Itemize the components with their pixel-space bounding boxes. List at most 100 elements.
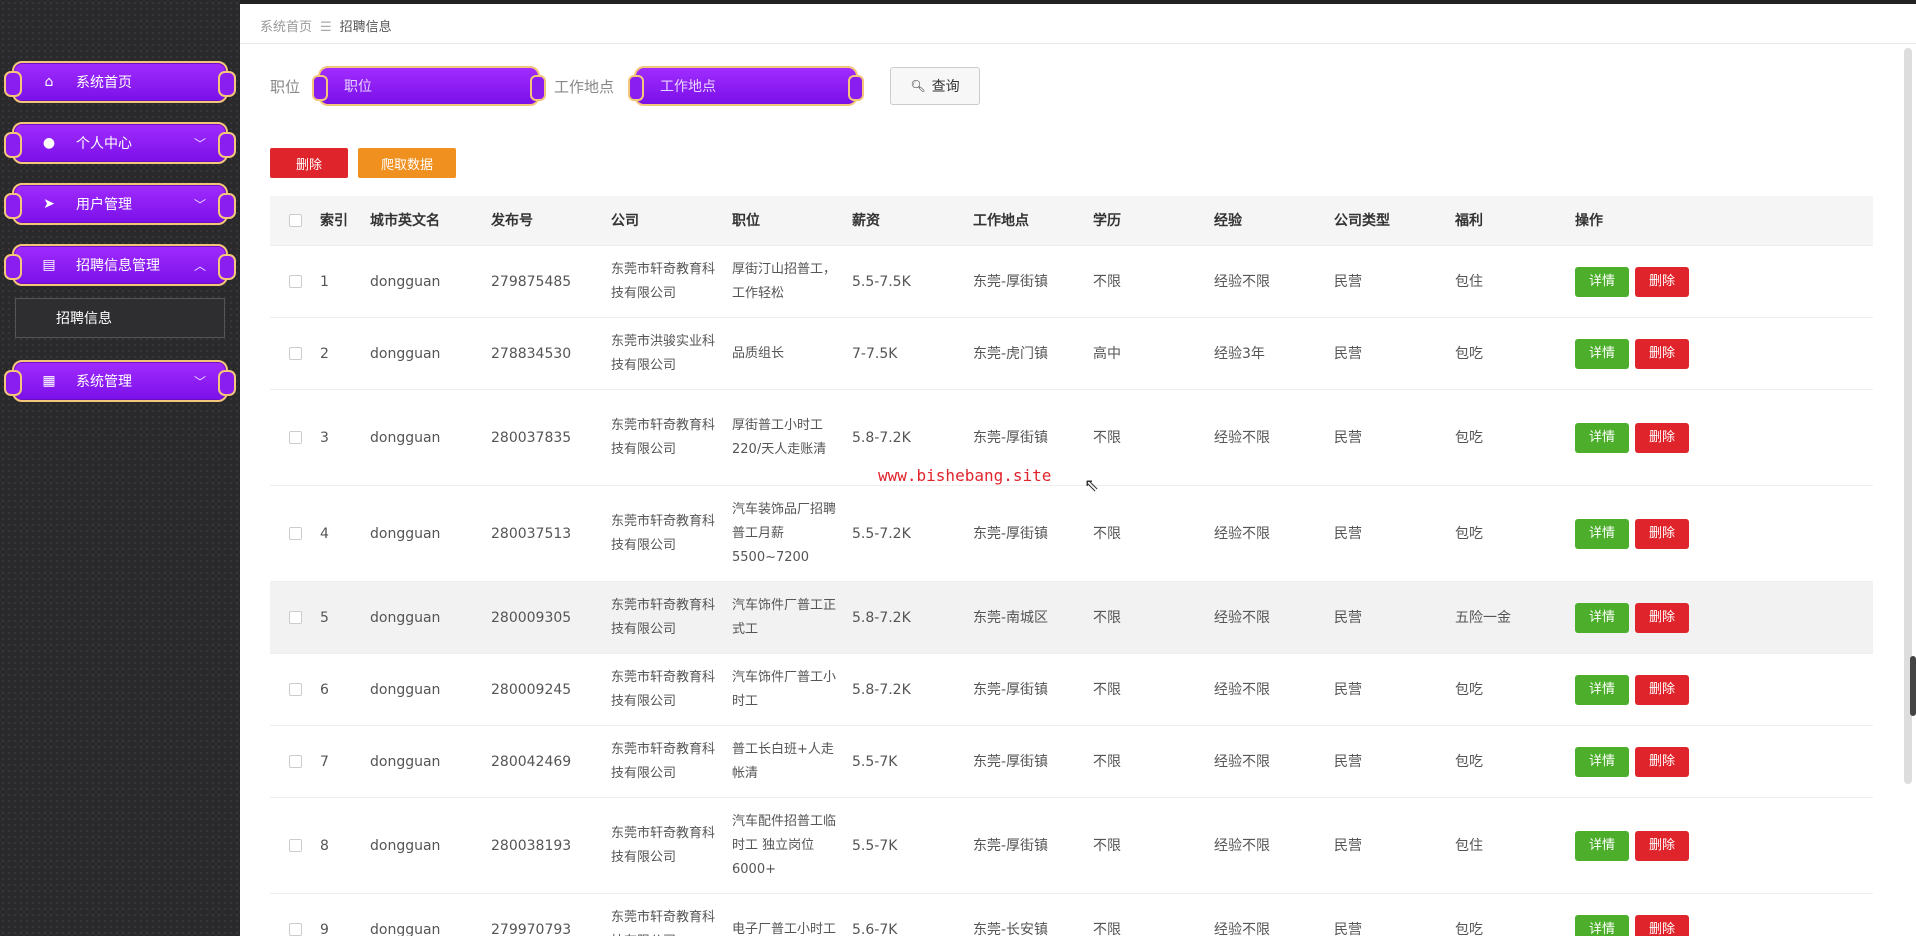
- cell-experience: 经验不限: [1214, 525, 1270, 542]
- row-checkbox[interactable]: [288, 755, 302, 768]
- mouse-cursor-icon: ⇖: [1084, 475, 1100, 496]
- delete-button[interactable]: 删除: [1635, 746, 1690, 777]
- delete-button[interactable]: 删除: [1635, 830, 1690, 861]
- sidebar-item-system-management[interactable]: ▦ 系统管理 ﹀: [4, 360, 236, 402]
- cell-index: 4: [320, 525, 329, 542]
- table-body: 1 dongguan 279875485 东莞市轩奇教育科技有限公司 厚街汀山招…: [270, 246, 1873, 936]
- cell-education: 不限: [1093, 681, 1121, 698]
- location-placeholder: 工作地点: [660, 79, 716, 95]
- row-checkbox[interactable]: [288, 527, 302, 540]
- detail-button[interactable]: 详情: [1575, 746, 1630, 777]
- detail-button[interactable]: 详情: [1575, 830, 1630, 861]
- table-row: 8 dongguan 280038193 东莞市轩奇教育科技有限公司 汽车配件招…: [270, 798, 1873, 894]
- breadcrumb-current: 招聘信息: [339, 20, 392, 35]
- sidebar-item-home[interactable]: ⌂ 系统首页: [4, 61, 236, 103]
- delete-button[interactable]: 删除: [1635, 518, 1690, 549]
- sidebar: ⌂ 系统首页 ● 个人中心 ﹀ ➤ 用户管理 ﹀ ▤ 招聘信息管理 ︿ 招聘信息…: [0, 0, 240, 936]
- scroll-thumb[interactable]: [1910, 656, 1916, 716]
- table-row: 3 dongguan 280037835 东莞市轩奇教育科技有限公司 厚街普工小…: [270, 390, 1873, 486]
- row-checkbox[interactable]: [288, 683, 302, 696]
- cell-location: 东莞-厚街镇: [973, 525, 1049, 542]
- home-icon: ⌂: [44, 74, 54, 90]
- batch-delete-button[interactable]: 删除: [270, 148, 348, 178]
- delete-button[interactable]: 删除: [1635, 674, 1690, 705]
- row-checkbox[interactable]: [288, 611, 302, 624]
- cell-welfare: 五险一金: [1455, 609, 1511, 626]
- row-checkbox[interactable]: [288, 347, 302, 360]
- delete-button[interactable]: 删除: [1635, 914, 1690, 936]
- cell-salary: 5.6-7K: [852, 921, 898, 936]
- column-header: 学历: [1093, 212, 1121, 229]
- cell-company: 东莞市轩奇教育科技有限公司: [611, 825, 716, 865]
- detail-button[interactable]: 详情: [1575, 914, 1630, 936]
- delete-button[interactable]: 删除: [1635, 266, 1690, 297]
- column-header: 发布号: [491, 212, 533, 229]
- detail-button[interactable]: 详情: [1575, 422, 1630, 453]
- cell-welfare: 包住: [1455, 273, 1483, 290]
- table-row: 9 dongguan 279970793 东莞市轩奇教育科技有限公司 电子厂普工…: [270, 894, 1873, 936]
- location-input[interactable]: 工作地点: [628, 66, 864, 106]
- cell-location: 东莞-长安镇: [973, 921, 1049, 936]
- chart-icon: ▤: [42, 257, 56, 273]
- sidebar-item-label: 系统管理: [76, 374, 132, 390]
- row-checkbox[interactable]: [288, 923, 302, 936]
- column-header: 薪资: [852, 212, 880, 229]
- cell-position: 品质组长: [732, 345, 785, 361]
- cell-company-type: 民营: [1334, 525, 1362, 542]
- column-header: 公司: [611, 212, 639, 229]
- column-header: 城市英文名: [370, 212, 440, 229]
- crawl-data-button[interactable]: 爬取数据: [358, 148, 456, 178]
- row-checkbox[interactable]: [288, 839, 302, 852]
- detail-button[interactable]: 详情: [1575, 674, 1630, 705]
- divider: [240, 43, 1916, 44]
- cell-pub: 280042469: [491, 753, 572, 770]
- cell-salary: 5.8-7.2K: [852, 429, 911, 446]
- delete-button[interactable]: 删除: [1635, 422, 1690, 453]
- cell-welfare: 包吃: [1455, 753, 1483, 770]
- cell-experience: 经验不限: [1214, 921, 1270, 936]
- sidebar-subitem-label: 招聘信息: [56, 311, 112, 327]
- cell-index: 3: [320, 429, 329, 446]
- cell-salary: 7-7.5K: [852, 345, 898, 362]
- cell-salary: 5.5-7.5K: [852, 273, 911, 290]
- cell-education: 不限: [1093, 921, 1121, 936]
- cell-city: dongguan: [370, 681, 441, 698]
- cell-education: 不限: [1093, 525, 1121, 542]
- delete-button[interactable]: 删除: [1635, 338, 1690, 369]
- sidebar-item-recruitment-management[interactable]: ▤ 招聘信息管理 ︿: [4, 244, 236, 286]
- detail-button[interactable]: 详情: [1575, 602, 1630, 633]
- cell-company-type: 民营: [1334, 681, 1362, 698]
- sidebar-subitem-recruitment-info[interactable]: 招聘信息: [15, 298, 225, 338]
- delete-button[interactable]: 删除: [1635, 602, 1690, 633]
- cell-education: 不限: [1093, 609, 1121, 626]
- cell-company: 东莞市轩奇教育科技有限公司: [611, 669, 716, 709]
- position-placeholder: 职位: [344, 79, 372, 95]
- detail-button[interactable]: 详情: [1575, 266, 1630, 297]
- cell-location: 东莞-厚街镇: [973, 681, 1049, 698]
- breadcrumb-home[interactable]: 系统首页: [260, 20, 312, 35]
- cell-experience: 经验不限: [1214, 681, 1270, 698]
- cell-experience: 经验不限: [1214, 273, 1270, 290]
- cell-position: 厚街普工小时工220/天人走账清: [732, 417, 827, 457]
- sidebar-item-user-management[interactable]: ➤ 用户管理 ﹀: [4, 183, 236, 225]
- select-all-checkbox[interactable]: [288, 214, 302, 227]
- cell-city: dongguan: [370, 345, 441, 362]
- chevron-down-icon: ﹀: [193, 374, 206, 389]
- column-header: 福利: [1455, 212, 1483, 229]
- row-checkbox[interactable]: [288, 275, 302, 288]
- cell-index: 9: [320, 921, 329, 936]
- sidebar-item-personal-center[interactable]: ● 个人中心 ﹀: [4, 122, 236, 164]
- column-header: 工作地点: [973, 212, 1029, 229]
- query-button[interactable]: 🔍︎ 查询: [890, 67, 980, 105]
- table-header: 索引 城市英文名 发布号 公司 职位 薪资 工作地点 学历 经验 公司类型 福利…: [270, 196, 1873, 246]
- sidebar-item-label: 个人中心: [76, 136, 132, 152]
- cell-welfare: 包吃: [1455, 525, 1483, 542]
- cell-index: 6: [320, 681, 329, 698]
- cell-city: dongguan: [370, 609, 441, 626]
- cell-salary: 5.5-7.2K: [852, 525, 911, 542]
- detail-button[interactable]: 详情: [1575, 338, 1630, 369]
- row-checkbox[interactable]: [288, 431, 302, 444]
- detail-button[interactable]: 详情: [1575, 518, 1630, 549]
- position-input[interactable]: 职位: [312, 66, 546, 106]
- cell-index: 5: [320, 609, 329, 626]
